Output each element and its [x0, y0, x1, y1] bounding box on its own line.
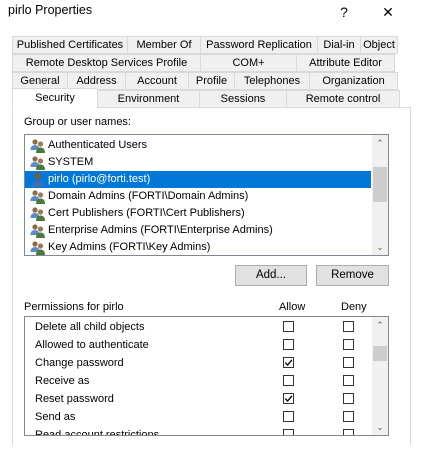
deny-checkbox[interactable]	[343, 321, 354, 332]
deny-checkbox[interactable]	[343, 375, 354, 386]
permission-row: Read account restrictions	[25, 426, 371, 436]
tab-row-4: Security Environment Sessions Remote con…	[12, 88, 400, 108]
tab-published-certificates[interactable]: Published Certificates	[12, 36, 127, 54]
permissions-list[interactable]: Delete all child objects Allowed to authe…	[24, 316, 389, 436]
help-button[interactable]: ?	[322, 0, 366, 24]
user-list-scrollbar[interactable]: ⌃ ⌄	[372, 135, 388, 255]
scroll-up-arrow-icon[interactable]: ⌃	[372, 136, 388, 150]
tab-object[interactable]: Object	[360, 36, 398, 54]
user-name: Authenticated Users	[48, 139, 148, 151]
group-users-icon	[30, 240, 46, 255]
tab-remote-desktop-services-profile[interactable]: Remote Desktop Services Profile	[12, 54, 200, 72]
permission-row: Send as	[25, 408, 371, 426]
add-button[interactable]: Add...	[235, 265, 307, 286]
deny-header: Deny	[341, 301, 367, 313]
allow-checkbox[interactable]	[283, 321, 294, 332]
allow-checkbox[interactable]	[283, 429, 294, 435]
list-item[interactable]: Cert Publishers (FORTI\Cert Publishers)	[25, 205, 371, 222]
allow-checkbox[interactable]	[283, 357, 294, 368]
user-name: SYSTEM	[48, 156, 94, 168]
deny-checkbox[interactable]	[343, 393, 354, 404]
tab-password-replication[interactable]: Password Replication	[200, 36, 317, 54]
group-users-icon	[30, 189, 46, 204]
deny-checkbox[interactable]	[343, 411, 354, 422]
permission-name: Delete all child objects	[35, 321, 145, 333]
permission-row: Reset password	[25, 390, 371, 408]
scroll-thumb[interactable]	[373, 346, 387, 361]
tab-organization[interactable]: Organization	[309, 72, 398, 90]
group-users-icon	[30, 138, 46, 153]
permission-name: Send as	[35, 411, 76, 423]
tab-com-plus[interactable]: COM+	[200, 54, 296, 72]
permission-row: Receive as	[25, 372, 371, 390]
list-item[interactable]: pirlo (pirlo@forti.test)	[25, 171, 371, 188]
list-item[interactable]: Domain Admins (FORTI\Domain Admins)	[25, 188, 371, 205]
user-name: Cert Publishers (FORTI\Cert Publishers)	[48, 207, 245, 219]
tab-row-2: Remote Desktop Services Profile COM+ Att…	[12, 54, 395, 72]
group-users-icon	[30, 223, 46, 238]
permission-row: Delete all child objects	[25, 318, 371, 336]
tab-profile[interactable]: Profile	[188, 72, 234, 90]
allow-header: Allow	[279, 301, 306, 313]
allow-checkbox[interactable]	[283, 375, 294, 386]
user-name: Key Admins (FORTI\Key Admins)	[48, 241, 211, 253]
list-item[interactable]: Authenticated Users	[25, 137, 371, 154]
scroll-down-arrow-icon[interactable]: ⌄	[372, 240, 388, 254]
scroll-up-arrow-icon[interactable]: ⌃	[372, 318, 388, 332]
allow-checkbox[interactable]	[283, 411, 294, 422]
remove-button[interactable]: Remove	[316, 265, 389, 286]
permission-name: Receive as	[35, 375, 90, 387]
deny-checkbox[interactable]	[343, 429, 354, 435]
permission-row: Change password	[25, 354, 371, 372]
group-users-icon	[30, 155, 46, 170]
group-users-icon	[30, 206, 46, 221]
close-button[interactable]: ✕	[366, 0, 410, 24]
user-name: Domain Admins (FORTI\Domain Admins)	[48, 190, 249, 202]
list-item[interactable]: Enterprise Admins (FORTI\Enterprise Admi…	[25, 222, 371, 239]
allow-checkbox[interactable]	[283, 393, 294, 404]
tab-environment[interactable]: Environment	[97, 90, 199, 108]
tab-remote-control[interactable]: Remote control	[286, 90, 400, 108]
single-user-icon	[30, 172, 46, 187]
permission-name: Allowed to authenticate	[35, 339, 149, 351]
permissions-list-scrollbar[interactable]: ⌃ ⌄	[372, 317, 388, 435]
group-or-user-names-label: Group or user names:	[24, 116, 131, 128]
permission-name: Read account restrictions	[35, 429, 160, 436]
list-item[interactable]: SYSTEM	[25, 154, 371, 171]
permission-name: Reset password	[35, 393, 114, 405]
tab-dial-in[interactable]: Dial-in	[317, 36, 360, 54]
tab-security[interactable]: Security	[12, 88, 97, 108]
permissions-label: Permissions for pirlo	[24, 301, 124, 313]
permission-name: Change password	[35, 357, 124, 369]
tab-row-1: Published Certificates Member Of Passwor…	[12, 36, 398, 54]
tab-account[interactable]: Account	[125, 72, 188, 90]
scroll-down-arrow-icon[interactable]: ⌄	[372, 420, 388, 434]
deny-checkbox[interactable]	[343, 339, 354, 350]
tab-member-of[interactable]: Member Of	[127, 36, 200, 54]
scroll-thumb[interactable]	[373, 167, 387, 202]
user-list[interactable]: Authenticated Users SYSTEM pirlo (pirlo@fo…	[24, 134, 389, 256]
allow-checkbox[interactable]	[283, 339, 294, 350]
tab-sessions[interactable]: Sessions	[199, 90, 286, 108]
user-name: pirlo (pirlo@forti.test)	[48, 173, 151, 185]
deny-checkbox[interactable]	[343, 357, 354, 368]
user-name: Enterprise Admins (FORTI\Enterprise Admi…	[48, 224, 273, 236]
tab-attribute-editor[interactable]: Attribute Editor	[296, 54, 395, 72]
window-title: pirlo Properties	[8, 3, 93, 17]
tab-telephones[interactable]: Telephones	[234, 72, 309, 90]
permission-row: Allowed to authenticate	[25, 336, 371, 354]
list-item[interactable]: Key Admins (FORTI\Key Admins)	[25, 239, 371, 255]
